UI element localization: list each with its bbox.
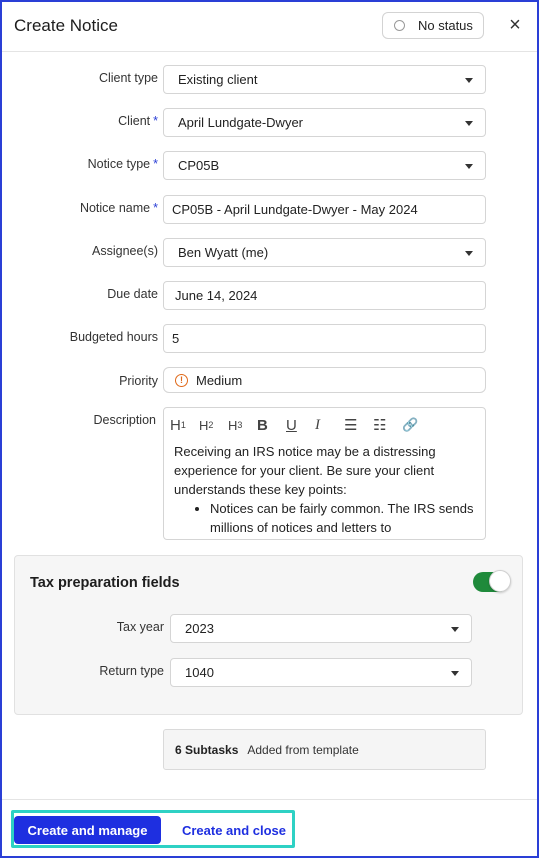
assignees-row: Assignee(s) Ben Wyatt (me) <box>2 238 537 267</box>
tax-preparation-section: Tax preparation fields Tax year 2023 Ret… <box>14 555 523 715</box>
client-type-value: Existing client <box>178 72 258 87</box>
return-type-row: Return type 1040 <box>15 658 524 687</box>
client-type-select[interactable]: Existing client <box>163 65 486 94</box>
dialog-footer: Create and manage Create and close <box>2 799 537 856</box>
budgeted-hours-input[interactable]: 5 <box>163 324 486 353</box>
description-bullets: Notices can be fairly common. The IRS se… <box>210 499 474 537</box>
assignees-label: Assignee(s) <box>92 244 158 258</box>
italic-button[interactable]: I <box>315 417 344 434</box>
budgeted-hours-label: Budgeted hours <box>69 330 158 344</box>
client-type-row: Client type Existing client <box>2 65 537 94</box>
client-select[interactable]: April Lundgate-Dwyer <box>163 108 486 137</box>
due-date-label: Due date <box>107 287 158 301</box>
chevron-down-icon <box>465 251 473 256</box>
client-label: Client * <box>118 114 158 128</box>
due-date-value: June 14, 2024 <box>175 288 258 303</box>
due-date-row: Due date June 14, 2024 <box>2 281 537 310</box>
notice-name-value: CP05B - April Lundgate-Dwyer - May 2024 <box>172 202 418 217</box>
description-content[interactable]: Receiving an IRS notice may be a distres… <box>174 442 474 537</box>
notice-type-row: Notice type * CP05B <box>2 151 537 180</box>
assignees-value: Ben Wyatt (me) <box>178 245 269 260</box>
client-value: April Lundgate-Dwyer <box>178 115 304 130</box>
dialog-header: Create Notice No status × <box>2 2 537 52</box>
status-circle-icon <box>394 20 405 31</box>
return-type-value: 1040 <box>185 665 214 680</box>
create-and-close-button[interactable]: Create and close <box>172 816 296 844</box>
budgeted-hours-value: 5 <box>172 331 180 346</box>
priority-select[interactable]: ! Medium <box>163 367 486 393</box>
tax-year-select[interactable]: 2023 <box>170 614 472 643</box>
description-bullet: Notices can be fairly common. The IRS se… <box>210 499 474 537</box>
tax-year-value: 2023 <box>185 621 214 636</box>
chevron-down-icon <box>451 671 459 676</box>
assignees-select[interactable]: Ben Wyatt (me) <box>163 238 486 267</box>
heading-2-button[interactable]: H2 <box>199 418 228 433</box>
link-icon[interactable]: 🔗 <box>402 417 431 433</box>
numbered-list-icon[interactable]: ☷ <box>373 416 402 434</box>
notice-type-select[interactable]: CP05B <box>163 151 486 180</box>
chevron-down-icon <box>465 78 473 83</box>
subtasks-summary[interactable]: 6 Subtasks Added from template <box>163 729 486 770</box>
priority-label: Priority <box>119 374 158 388</box>
status-button[interactable]: No status <box>382 12 484 39</box>
heading-3-button[interactable]: H3 <box>228 418 257 433</box>
required-marker: * <box>153 157 158 171</box>
notice-type-value: CP05B <box>178 158 220 173</box>
subtasks-count: 6 Subtasks <box>175 742 239 757</box>
status-label: No status <box>418 18 473 33</box>
dialog-title: Create Notice <box>14 16 118 35</box>
client-row: Client * April Lundgate-Dwyer <box>2 108 537 137</box>
underline-button[interactable]: U <box>286 417 315 434</box>
tax-section-title: Tax preparation fields <box>30 575 180 591</box>
budgeted-hours-row: Budgeted hours 5 <box>2 324 537 353</box>
editor-toolbar: H1 H2 H3 B U I ☰ ☷ 🔗 <box>170 416 431 435</box>
priority-row: Priority ! Medium <box>2 367 537 393</box>
required-marker: * <box>153 114 158 128</box>
required-marker: * <box>153 201 158 215</box>
chevron-down-icon <box>465 121 473 126</box>
return-type-label: Return type <box>99 664 164 678</box>
toggle-knob <box>489 570 511 592</box>
heading-1-button[interactable]: H1 <box>170 417 199 434</box>
priority-value: Medium <box>196 372 243 388</box>
notice-type-label: Notice type * <box>87 157 158 171</box>
subtasks-note: Added from template <box>247 742 359 757</box>
create-notice-dialog: Create Notice No status × Client type Ex… <box>0 0 539 858</box>
return-type-select[interactable]: 1040 <box>170 658 472 687</box>
notice-name-label: Notice name * <box>79 201 158 215</box>
due-date-input[interactable]: June 14, 2024 <box>163 281 486 310</box>
client-type-label: Client type <box>98 71 158 85</box>
chevron-down-icon <box>451 627 459 632</box>
notice-name-input[interactable]: CP05B - April Lundgate-Dwyer - May 2024 <box>163 195 486 224</box>
chevron-down-icon <box>465 164 473 169</box>
warning-circle-icon: ! <box>175 373 188 387</box>
notice-name-row: Notice name * CP05B - April Lundgate-Dwye… <box>2 195 537 224</box>
bullet-list-icon[interactable]: ☰ <box>344 416 373 434</box>
close-icon[interactable]: × <box>505 14 525 36</box>
bold-button[interactable]: B <box>257 417 286 434</box>
tax-year-label: Tax year <box>116 620 164 634</box>
tax-fields-toggle[interactable] <box>473 570 511 592</box>
tax-year-row: Tax year 2023 <box>15 614 524 643</box>
description-editor[interactable]: H1 H2 H3 B U I ☰ ☷ 🔗 Receiving an IRS no… <box>163 407 486 540</box>
description-label: Description <box>93 413 156 427</box>
create-and-manage-button[interactable]: Create and manage <box>14 816 161 844</box>
description-paragraph: Receiving an IRS notice may be a distres… <box>174 444 436 497</box>
